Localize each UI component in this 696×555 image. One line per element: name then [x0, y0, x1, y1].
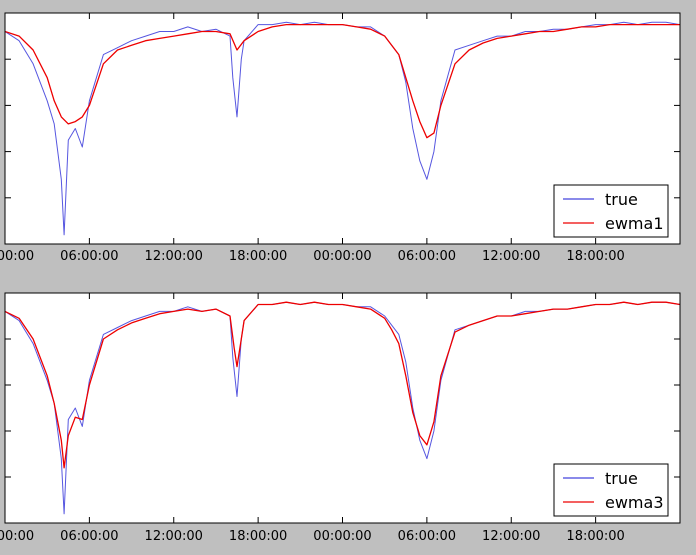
legend-label-ewma1: ewma1	[605, 214, 664, 233]
legend: true ewma3	[553, 463, 669, 517]
x-tick-label-0: 00:00:00	[0, 249, 34, 264]
legend-label-ewma3: ewma3	[605, 493, 664, 512]
legend-label-true: true	[605, 469, 638, 488]
chart-panel-1: 00:00:00 06:00:00 12:00:00 18:00:00 00:00:00…	[0, 12, 681, 264]
x-tick-label-7: 18:00:00	[566, 249, 624, 264]
x-tick-label-2: 12:00:00	[145, 529, 203, 544]
x-tick-label-1: 06:00:00	[60, 529, 118, 544]
x-tick-label-3: 18:00:00	[229, 249, 287, 264]
x-tick-label-5: 06:00:00	[398, 249, 456, 264]
x-tick-label-4: 00:00:00	[313, 249, 371, 264]
figure-canvas: 00:00:00 06:00:00 12:00:00 18:00:00 00:00:00…	[0, 12, 681, 544]
x-tick-label-5: 06:00:00	[398, 529, 456, 544]
x-tick-label-2: 12:00:00	[145, 249, 203, 264]
legend: true ewma1	[553, 184, 669, 238]
x-tick-label-3: 18:00:00	[229, 529, 287, 544]
x-tick-label-6: 12:00:00	[482, 529, 540, 544]
x-tick-label-1: 06:00:00	[60, 249, 118, 264]
x-tick-label-6: 12:00:00	[482, 249, 540, 264]
x-tick-label-4: 00:00:00	[313, 529, 371, 544]
legend-label-true: true	[605, 190, 638, 209]
x-tick-label-0: 00:00:00	[0, 529, 34, 544]
x-tick-label-7: 18:00:00	[566, 529, 624, 544]
chart-panel-2: 00:00:00 06:00:00 12:00:00 18:00:00 00:00:00…	[0, 292, 681, 544]
